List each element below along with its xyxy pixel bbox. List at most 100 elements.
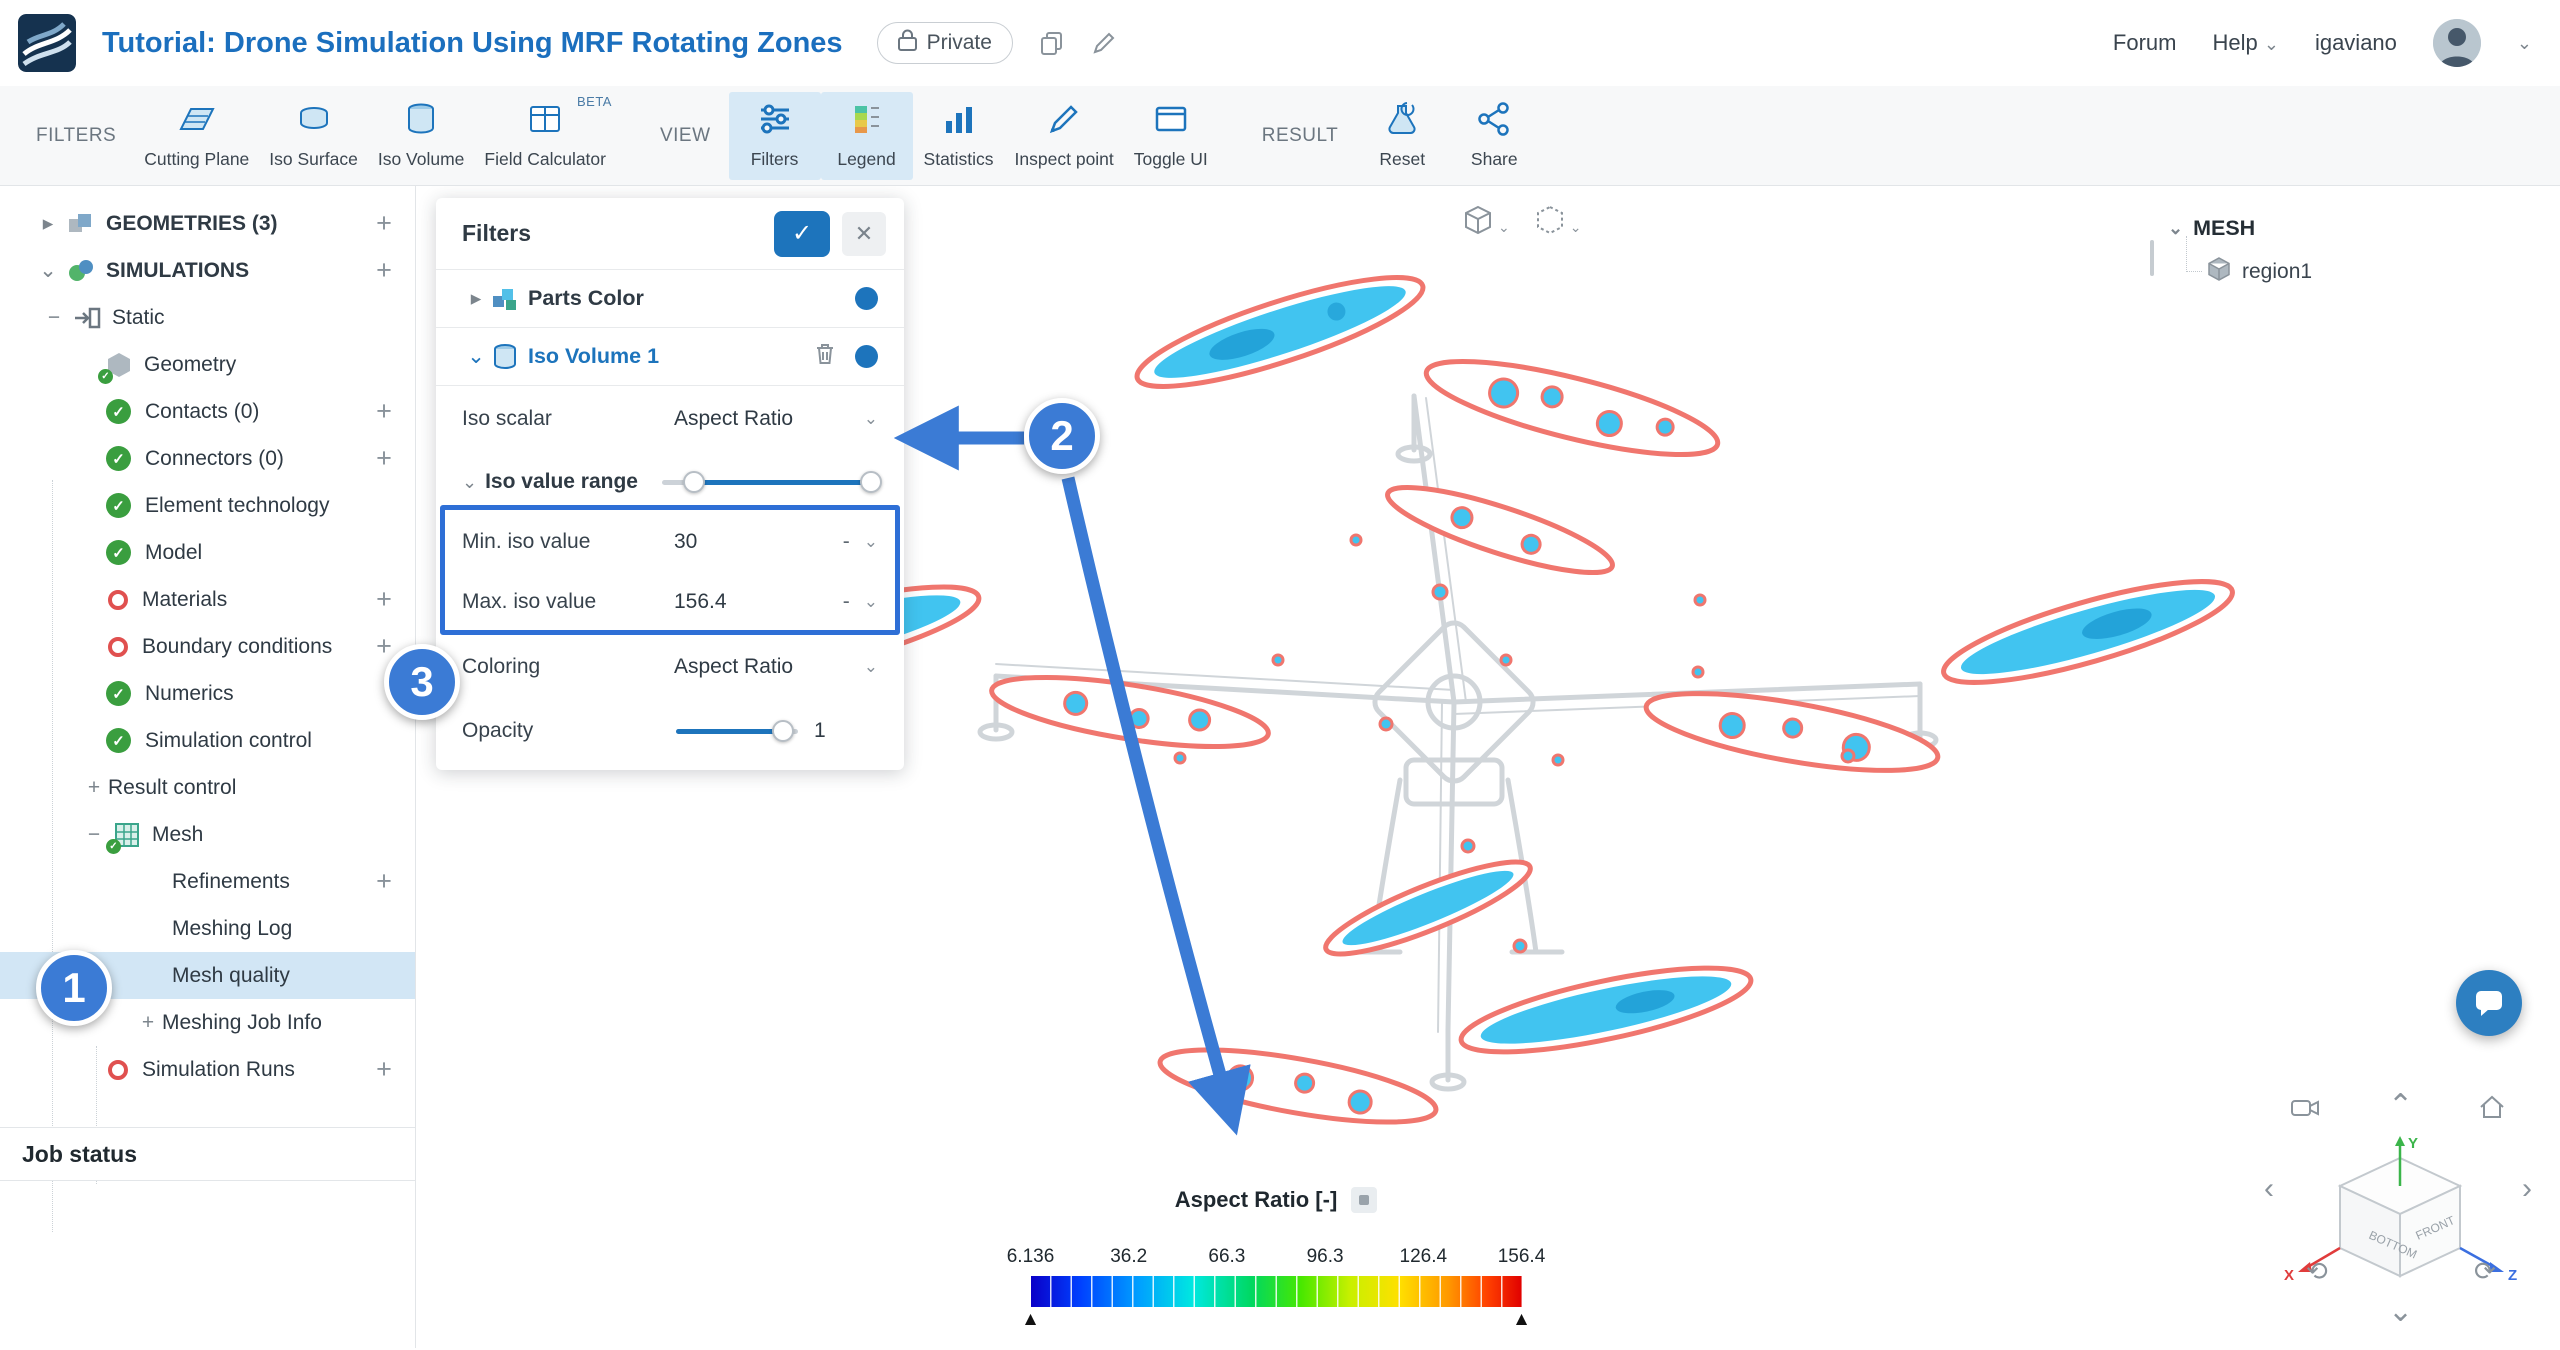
min-iso-value-input[interactable]: 30 [674, 530, 804, 554]
delete-icon[interactable] [813, 341, 837, 372]
rotate-cw-icon[interactable]: ⟳ [2474, 1256, 2496, 1287]
tree-item-model[interactable]: ✓ Model [0, 529, 415, 576]
parts-color-toggle[interactable] [855, 287, 878, 310]
step-3-badge: 3 [384, 644, 460, 720]
max-iso-value-input[interactable]: 156.4 [674, 590, 804, 614]
chevron-down-icon[interactable]: ⌄ [2388, 1294, 2413, 1329]
filters-toggle-button[interactable]: Filters [729, 92, 821, 180]
status-ok-icon: ✓ [106, 540, 131, 565]
expand-icon[interactable]: + [134, 1011, 162, 1035]
chevron-down-icon[interactable]: ⌄ [34, 258, 62, 283]
parts-color-section[interactable]: ▸ Parts Color [436, 270, 904, 328]
range-marker-max-icon[interactable]: ▲ [1512, 1309, 1531, 1331]
tree-item-numerics[interactable]: ✓ Numerics [0, 670, 415, 717]
field-calculator-button[interactable]: BETA Field Calculator [474, 92, 616, 180]
copy-icon[interactable] [1039, 30, 1065, 56]
toggle-ui-button[interactable]: Toggle UI [1124, 92, 1218, 180]
avatar[interactable] [2433, 19, 2481, 67]
edit-pencil-icon[interactable] [1091, 30, 1117, 56]
statistics-button[interactable]: Statistics [913, 92, 1005, 180]
project-title: Tutorial: Drone Simulation Using MRF Rot… [102, 27, 843, 60]
iso-scalar-select[interactable]: Aspect Ratio ⌄ [674, 407, 878, 431]
tree-item-refinements[interactable]: Refinements + [0, 858, 415, 905]
tree-item-geometry[interactable]: ✓ Geometry [0, 341, 415, 388]
chevron-down-icon[interactable]: ⌄ [462, 472, 477, 493]
expand-icon[interactable]: + [80, 776, 108, 800]
iso-surface-button[interactable]: Iso Surface [259, 92, 368, 180]
chevron-down-icon[interactable]: ⌄ [462, 344, 490, 369]
result-section-label: RESULT [1262, 125, 1339, 147]
iso-surface-icon [294, 101, 334, 142]
legend-toggle-button[interactable]: Legend [821, 92, 913, 180]
cutting-plane-button[interactable]: Cutting Plane [134, 92, 259, 180]
iso-volume-1-section[interactable]: ⌄ Iso Volume 1 [436, 328, 904, 386]
tree-item-connectors[interactable]: ✓ Connectors (0) + [0, 435, 415, 482]
tree-item-boundary-conditions[interactable]: Boundary conditions + [0, 623, 415, 670]
add-geometry-button[interactable]: + [369, 209, 399, 239]
add-material-button[interactable]: + [369, 585, 399, 615]
opacity-slider[interactable] [676, 719, 798, 743]
coloring-select[interactable]: Aspect Ratio ⌄ [674, 655, 878, 679]
privacy-badge[interactable]: Private [877, 22, 1013, 64]
mesh-panel-header[interactable]: ⌄ MESH [2168, 206, 2544, 250]
cutting-plane-icon [177, 101, 217, 142]
add-simulation-button[interactable]: + [369, 256, 399, 286]
add-connector-button[interactable]: + [369, 444, 399, 474]
step-2-badge: 2 [1024, 398, 1100, 474]
min-unit-select[interactable]: - ⌄ [843, 530, 878, 554]
iso-volume-1-toggle[interactable] [855, 345, 878, 368]
mesh-icon: ✓ [112, 820, 142, 850]
tree-item-simulation-control[interactable]: ✓ Simulation control [0, 717, 415, 764]
account-chevron-icon[interactable]: ⌄ [2517, 33, 2532, 54]
max-unit-select[interactable]: - ⌄ [843, 590, 878, 614]
apply-button[interactable]: ✓ [774, 211, 830, 257]
rotate-ccw-icon[interactable]: ⟲ [2306, 1256, 2328, 1287]
chevron-down-icon: ⌄ [864, 657, 878, 677]
chevron-right-icon[interactable]: ▸ [34, 211, 62, 236]
slider-handle-max[interactable] [860, 471, 882, 493]
perspective-view-button[interactable]: ⌄ [1462, 204, 1510, 236]
chevron-right-icon[interactable]: › [2522, 1172, 2532, 1206]
app-logo-icon[interactable] [18, 14, 76, 72]
region1-item[interactable]: region1 [2206, 250, 2544, 294]
close-button[interactable]: ✕ [842, 212, 886, 256]
add-refinement-button[interactable]: + [369, 867, 399, 897]
chevron-left-icon[interactable]: ‹ [2264, 1172, 2274, 1206]
share-button[interactable]: Share [1448, 92, 1540, 180]
chevron-right-icon[interactable]: ▸ [462, 286, 490, 311]
forum-link[interactable]: Forum [2113, 30, 2177, 56]
support-chat-button[interactable] [2456, 970, 2522, 1036]
inspect-point-button[interactable]: Inspect point [1005, 92, 1124, 180]
range-marker-min-icon[interactable]: ▲ [1021, 1309, 1040, 1331]
job-status-section[interactable]: Job status [0, 1127, 415, 1181]
step-number: 2 [1050, 412, 1073, 460]
color-legend: Aspect Ratio [-] 6.136 36.2 66.3 96.3 12… [1002, 1180, 1550, 1333]
slider-handle[interactable] [772, 720, 794, 742]
iso-range-slider[interactable] [662, 470, 878, 494]
tree-item-element-technology[interactable]: ✓ Element technology [0, 482, 415, 529]
tree-item-mesh[interactable]: − ✓ Mesh [0, 811, 415, 858]
collapse-icon[interactable]: − [40, 306, 68, 330]
tree-item-materials[interactable]: Materials + [0, 576, 415, 623]
iso-volume-button[interactable]: Iso Volume [368, 92, 475, 180]
add-contact-button[interactable]: + [369, 397, 399, 427]
help-menu[interactable]: Help ⌄ [2212, 30, 2278, 56]
view-cube-3d[interactable]: BOTTOM FRONT Y X Z [2250, 1118, 2550, 1318]
tree-item-simulation-runs[interactable]: Simulation Runs + [0, 1046, 415, 1093]
panel-resize-handle[interactable] [2150, 240, 2154, 276]
status-ok-icon: ✓ [106, 681, 131, 706]
slider-handle-min[interactable] [683, 471, 705, 493]
tree-item-result-control[interactable]: + Result control [0, 764, 415, 811]
tree-item-geometries[interactable]: ▸ GEOMETRIES (3) + [0, 200, 415, 247]
orthographic-view-button[interactable]: ⌄ [1534, 204, 1582, 236]
tree-item-static[interactable]: − Static [0, 294, 415, 341]
tree-item-meshing-log[interactable]: Meshing Log [0, 905, 415, 952]
tree-item-simulations[interactable]: ⌄ SIMULATIONS + [0, 247, 415, 294]
legend-settings-button[interactable] [1351, 1187, 1377, 1213]
username-label[interactable]: igaviano [2315, 30, 2397, 56]
axis-x-label: X [2284, 1267, 2294, 1284]
add-simulation-run-button[interactable]: + [369, 1055, 399, 1085]
tree-item-contacts[interactable]: ✓ Contacts (0) + [0, 388, 415, 435]
reset-button[interactable]: Reset [1356, 92, 1448, 180]
collapse-icon[interactable]: − [80, 823, 108, 847]
